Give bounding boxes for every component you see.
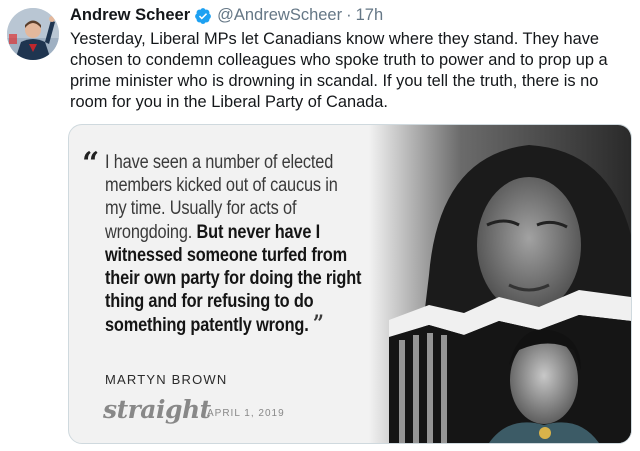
tweet-media-image[interactable]: “ I have seen a number of elected member… <box>68 124 632 444</box>
close-quote-mark: ” <box>312 311 324 338</box>
quote-author: MARTYN BROWN <box>105 372 228 387</box>
tweet-header: Andrew Scheer @AndrewScheer · 17h <box>70 6 383 25</box>
separator-dot: · <box>346 6 352 24</box>
display-name[interactable]: Andrew Scheer <box>70 6 190 25</box>
user-handle[interactable]: @AndrewScheer <box>217 6 342 25</box>
publication-date: APRIL 1, 2019 <box>207 408 285 419</box>
tweet-timestamp[interactable]: 17h <box>356 6 384 25</box>
publication-logo: straight <box>103 395 211 424</box>
avatar[interactable] <box>7 8 59 60</box>
avatar-photo <box>7 8 59 60</box>
verified-badge-icon <box>194 7 212 25</box>
photo-collage <box>369 125 631 443</box>
tweet-text: Yesterday, Liberal MPs let Canadians kno… <box>70 30 608 111</box>
open-quote-mark: “ <box>82 146 100 181</box>
quote-text: I have seen a number of elected members … <box>105 151 363 338</box>
